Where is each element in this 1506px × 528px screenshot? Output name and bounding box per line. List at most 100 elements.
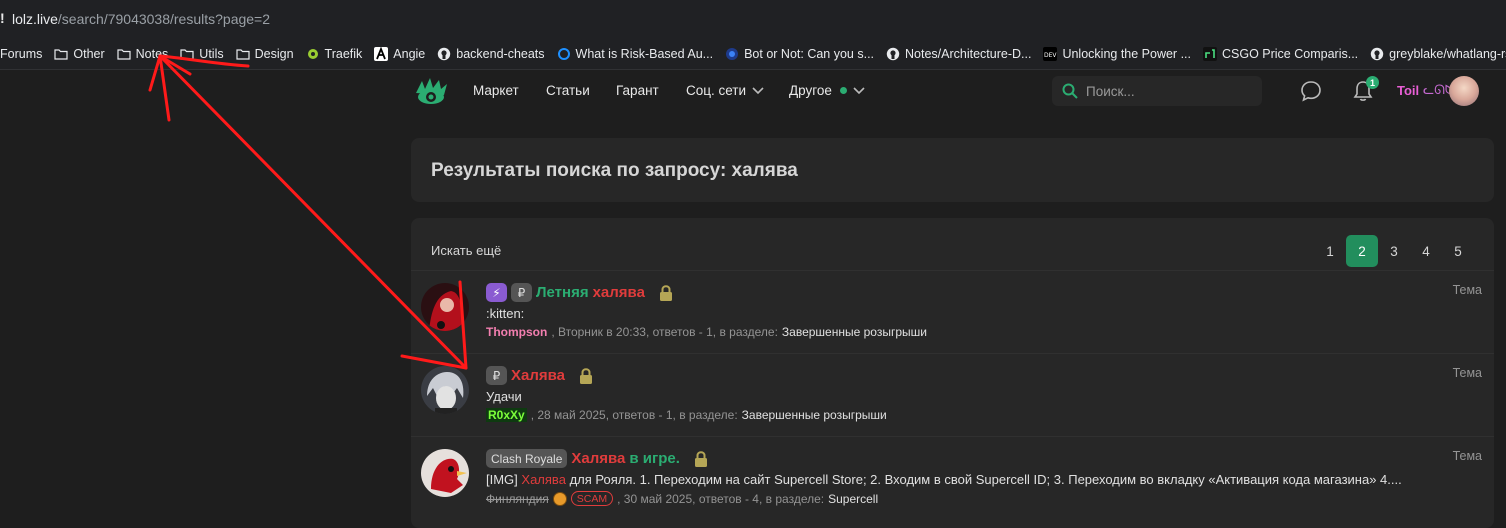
nav-articles[interactable]: Статьи — [546, 83, 590, 98]
section-link[interactable]: Supercell — [828, 492, 878, 506]
nav-other[interactable]: Другое — [789, 83, 865, 98]
author-link[interactable]: Thompson — [486, 325, 547, 339]
github-icon — [886, 47, 900, 61]
bookmark-label: Design — [254, 46, 294, 61]
title-part[interactable]: халява — [593, 284, 645, 301]
svg-text:DEV: DEV — [1044, 52, 1057, 59]
meta-text: , 30 май 2025, ответов - 4, в разделе: — [617, 491, 825, 506]
title-part[interactable]: Летняя — [536, 284, 589, 301]
result-title[interactable]: ⚡ ₽ Летняя халява — [486, 283, 673, 302]
snippet-highlight: Халява — [521, 472, 566, 487]
bookmark-item[interactable]: What is Risk-Based Au... — [551, 42, 720, 66]
search-input[interactable] — [1086, 83, 1236, 99]
bookmarks-bar: Forums Other Notes Utils Design Traefik Angie b… — [0, 38, 1506, 70]
result-snippet: Удачи — [486, 389, 522, 404]
page-button[interactable]: 3 — [1378, 235, 1410, 267]
bookmark-label: Notes/Architecture-D... — [905, 46, 1032, 61]
browser-address-bar[interactable]: ! lolz.live/search/79043038/results?page… — [0, 0, 1506, 38]
site-header: Маркет Статьи Гарант Соц. сети Другое 1 … — [0, 70, 1506, 112]
list-item[interactable]: Clash Royale Халява в игре. [IMG] Халява… — [411, 437, 1494, 519]
section-link[interactable]: Завершенные розыгрыши — [742, 408, 887, 422]
lock-icon — [659, 284, 672, 301]
traefik-icon — [306, 47, 320, 61]
url-domain: lolz.live — [12, 11, 58, 27]
bookmark-label: Unlocking the Power ... — [1062, 46, 1191, 61]
avatar[interactable] — [421, 283, 469, 331]
page-title: Результаты поиска по запросу: халява — [431, 160, 798, 181]
site-info-icon[interactable]: ! — [0, 10, 5, 26]
bookmark-item[interactable]: Other — [48, 42, 110, 66]
bookmark-item[interactable]: Notes/Architecture-D... — [880, 42, 1037, 66]
dev-icon: DEV — [1043, 46, 1058, 61]
result-title[interactable]: ₽ Халява — [486, 366, 593, 385]
bookmark-label: backend-cheats — [456, 46, 545, 61]
avatar[interactable] — [1449, 76, 1479, 106]
bookmark-item[interactable]: Notes — [111, 42, 175, 66]
bookmark-label: Angie — [393, 46, 426, 61]
title-part[interactable]: Халява — [571, 450, 625, 467]
lock-icon — [580, 367, 592, 384]
prefix-badge[interactable]: ₽ — [511, 283, 532, 302]
scam-badge: SCAM — [570, 491, 614, 506]
bookmark-item[interactable]: Forums — [0, 42, 48, 66]
bookmark-label: Traefik — [324, 46, 363, 61]
result-snippet: :kitten: — [486, 306, 525, 321]
github-icon — [437, 47, 451, 61]
username[interactable]: Toil — [1397, 83, 1419, 98]
author-link[interactable]: Финляндия — [486, 492, 549, 506]
page-button[interactable]: 1 — [1314, 235, 1346, 267]
title-part[interactable]: в игре. — [629, 450, 680, 467]
csgo-icon — [1203, 46, 1217, 61]
prefix-badge[interactable]: ₽ — [486, 366, 507, 385]
bookmark-item[interactable]: greyblake/whatlang-rs... — [1364, 42, 1506, 66]
chat-icon[interactable] — [1300, 80, 1322, 102]
bookmark-item[interactable]: Utils — [174, 42, 229, 66]
site-search[interactable] — [1052, 76, 1262, 106]
section-link[interactable]: Завершенные розыгрыши — [782, 325, 927, 339]
chevron-down-icon — [752, 86, 764, 94]
globe-icon — [725, 47, 739, 61]
avatar[interactable] — [421, 449, 469, 497]
online-dot-icon — [839, 87, 847, 94]
bookmark-label: Bot or Not: Can you s... — [744, 46, 875, 61]
list-item[interactable]: ⚡ ₽ Летняя халява :kitten: Thompson , Вто… — [411, 271, 1494, 353]
title-part[interactable]: Халява — [511, 367, 565, 384]
prefix-badge[interactable]: Clash Royale — [486, 449, 568, 468]
prefix-badge[interactable]: ⚡ — [486, 283, 507, 302]
bookmark-item[interactable]: Traefik — [300, 42, 369, 66]
chevron-down-icon — [853, 86, 865, 94]
search-more-link[interactable]: Искать ещё — [431, 243, 501, 258]
pumpkin-icon — [552, 491, 567, 506]
bookmark-item[interactable]: CSGO Price Comparis... — [1197, 42, 1364, 66]
bookmark-label: CSGO Price Comparis... — [1222, 46, 1359, 61]
bookmark-item[interactable]: Angie — [368, 42, 431, 66]
search-icon — [1062, 83, 1078, 99]
bookmark-item[interactable]: Design — [230, 42, 300, 66]
bookmark-item[interactable]: Bot or Not: Can you s... — [719, 42, 880, 66]
avatar[interactable] — [421, 366, 469, 414]
page-button[interactable]: 2 — [1346, 235, 1378, 267]
nav-label: Статьи — [546, 83, 590, 98]
author-link[interactable]: R0xXy — [486, 408, 527, 422]
nav-market[interactable]: Маркет — [473, 83, 519, 98]
github-icon — [1370, 47, 1384, 61]
angie-icon — [374, 46, 389, 61]
result-title[interactable]: Clash Royale Халява в игре. — [486, 449, 708, 468]
nav-label: Соц. сети — [686, 83, 747, 98]
lolz-logo-icon[interactable] — [414, 75, 448, 107]
page-button[interactable]: 4 — [1410, 235, 1442, 267]
bookmark-item[interactable]: backend-cheats — [431, 42, 550, 66]
meta-text: , 28 май 2025, ответов - 1, в разделе: — [530, 408, 738, 422]
search-title-panel: Результаты поиска по запросу: халява — [411, 138, 1494, 202]
list-item[interactable]: ₽ Халява Удачи R0xXy, 28 май 2025, ответ… — [411, 354, 1494, 436]
pagination: 12345 — [1314, 235, 1474, 267]
lock-icon — [694, 450, 707, 467]
bookmark-label: Utils — [199, 46, 224, 61]
page-button[interactable]: 5 — [1442, 235, 1474, 267]
nav-label: Другое — [789, 83, 832, 98]
nav-guarantor[interactable]: Гарант — [616, 83, 659, 98]
bookmark-item[interactable]: DEV Unlocking the Power ... — [1037, 42, 1197, 66]
url-path: /search/79043038/results?page=2 — [57, 11, 271, 27]
nav-social[interactable]: Соц. сети — [686, 83, 764, 98]
bookmark-label: Other — [73, 46, 105, 61]
